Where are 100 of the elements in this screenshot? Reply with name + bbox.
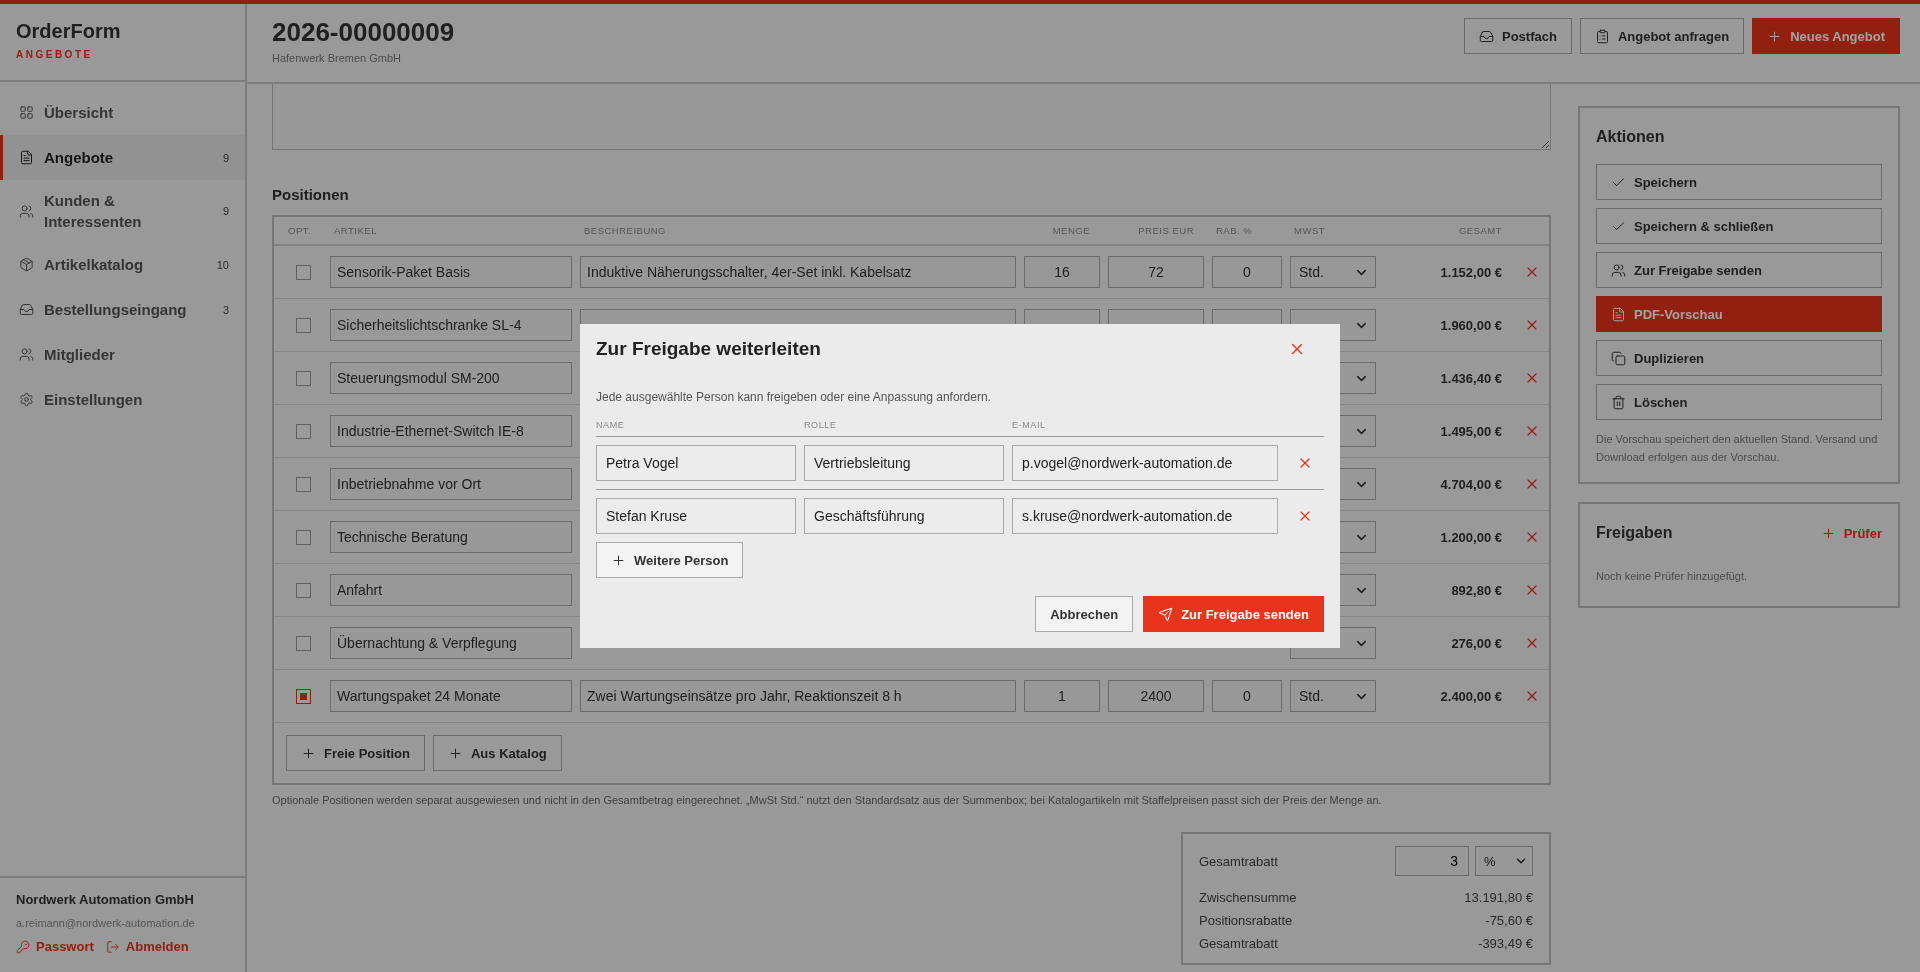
dialog-text: Jede ausgewählte Person kann freigeben oder eine Anpassung anfordern. <box>596 390 992 404</box>
table-note: Optionale Positionen werden separat ausgewiesen und nicht in den Gesamtbetrag eingerechnet. „MwSt Std.“ nutzt den Standardsatz aus der Summenbox; bei Katalogartikeln mit Staffelpreisen passt sich der Preis der Menge an. <box>272 794 1383 806</box>
column-header: PREIS EUR <box>1137 225 1195 236</box>
description-field[interactable]: Induktive Näherungsschalter, 4er-Set inkl. Kabelsatz <box>580 256 1016 288</box>
column-header: RAB. % <box>1215 225 1254 236</box>
trash-icon <box>1611 394 1626 410</box>
row-total: 1.495,00 € <box>1439 423 1503 439</box>
add-button[interactable]: Freie Position <box>286 735 425 771</box>
optional-checkbox[interactable] <box>296 529 311 545</box>
plus-icon <box>1767 28 1783 44</box>
dialog-button[interactable]: Zur Freigabe senden <box>1143 596 1324 632</box>
page-title: 2026-00000009 <box>272 16 455 48</box>
action-button[interactable]: Speichern <box>1596 164 1882 200</box>
role-field[interactable]: Geschäftsführung <box>804 498 1004 534</box>
header-button[interactable]: Angebot anfragen <box>1579 18 1745 54</box>
nav-item[interactable]: Artikelkatalog 10 <box>0 242 245 287</box>
add-person-button[interactable]: Weitere Person <box>596 542 744 578</box>
price-field[interactable]: 72 <box>1108 256 1204 288</box>
column-header: ROLLE <box>804 420 838 430</box>
optional-checkbox[interactable] <box>296 317 311 333</box>
article-field[interactable]: Inbetriebnahme vor Ort <box>330 468 572 500</box>
discount-field[interactable]: 0 <box>1212 680 1282 712</box>
item-count: 9 <box>222 205 229 217</box>
article-field[interactable]: Anfahrt <box>330 574 572 606</box>
article-field[interactable]: Sensorik-Paket Basis <box>330 256 572 288</box>
empty-message: Noch keine Prüfer hinzugefügt. <box>1596 570 1749 582</box>
vat-select[interactable]: Std. <box>1290 680 1376 712</box>
optional-checkbox[interactable] <box>296 476 311 492</box>
row-total: 276,00 € <box>1450 635 1503 651</box>
app-name: OrderForm <box>16 20 122 43</box>
action-button[interactable]: Speichern & schließen <box>1596 208 1882 244</box>
plus-icon <box>1820 525 1836 541</box>
row-total: 4.704,00 € <box>1439 476 1503 492</box>
clipboard-icon <box>1594 28 1610 44</box>
document-icon <box>19 150 34 165</box>
card-note: Die Vorschau speichert den aktuellen Stand. Versand und Download erfolgen aus der Vorschau. <box>1596 432 1879 465</box>
action-button[interactable]: Zur Freigabe senden <box>1596 252 1882 288</box>
card-title: Aktionen <box>1596 128 1666 146</box>
add-reviewer-link[interactable]: Prüfer <box>1820 525 1882 541</box>
quantity-field[interactable]: 16 <box>1024 256 1100 288</box>
optional-checkbox[interactable] <box>296 582 311 598</box>
row-total: 2.400,00 € <box>1439 688 1503 704</box>
article-field[interactable]: Industrie-Ethernet-Switch IE-8 <box>330 415 572 447</box>
optional-checkbox[interactable] <box>296 635 311 651</box>
nav-item[interactable]: Übersicht <box>0 90 245 135</box>
discount-field[interactable]: 0 <box>1212 256 1282 288</box>
action-button[interactable]: Duplizieren <box>1596 340 1882 376</box>
column-header: ARTIKEL <box>333 225 378 236</box>
plus-icon <box>611 552 626 568</box>
email-field[interactable]: p.vogel@nordwerk-automation.de <box>1012 445 1278 481</box>
notes-field[interactable] <box>272 84 1551 150</box>
article-field[interactable]: Übernachtung & Verpflegung <box>330 627 572 659</box>
grid-icon <box>19 105 34 120</box>
summary-label: Positionsrabatte <box>1199 913 1293 928</box>
name-field[interactable]: Stefan Kruse <box>596 498 796 534</box>
account-email: a.reimann@nordwerk-automation.de <box>16 917 196 929</box>
column-header: MENGE <box>1051 225 1091 236</box>
plus-icon <box>301 745 316 761</box>
logout-icon <box>105 939 120 954</box>
nav-item[interactable]: Bestellungseingang 3 <box>0 287 245 332</box>
account-link[interactable]: Passwort <box>16 939 94 954</box>
article-field[interactable]: Steuerungsmodul SM-200 <box>330 362 572 394</box>
name-field[interactable]: Petra Vogel <box>596 445 796 481</box>
discount-field[interactable]: 3 <box>1395 846 1469 876</box>
article-field[interactable]: Wartungspaket 24 Monate <box>330 680 572 712</box>
nav-item[interactable]: Kunden & Interessenten 9 <box>0 180 245 242</box>
description-field[interactable]: Zwei Wartungseinsätze pro Jahr, Reaktionszeit 8 h <box>580 680 1016 712</box>
summary-label: Zwischensumme <box>1199 890 1297 905</box>
action-button[interactable]: Löschen <box>1596 384 1882 420</box>
header-button[interactable]: Neues Angebot <box>1752 18 1900 54</box>
copy-icon <box>1611 350 1626 366</box>
unit-select[interactable]: % <box>1475 846 1533 876</box>
price-field[interactable]: 2400 <box>1108 680 1204 712</box>
article-field[interactable]: Sicherheitslichtschranke SL-4 <box>330 309 572 341</box>
dialog-button[interactable]: Abbrechen <box>1035 596 1134 632</box>
item-count: 10 <box>216 258 229 271</box>
header-button[interactable]: Postfach <box>1464 18 1572 54</box>
optional-checkbox[interactable] <box>296 688 311 704</box>
vat-select[interactable]: Std. <box>1290 256 1376 288</box>
summary-value: -393,49 € <box>1478 936 1533 951</box>
row-total: 1.960,00 € <box>1439 317 1503 333</box>
summary-label: Gesamtrabatt <box>1199 853 1279 869</box>
optional-checkbox[interactable] <box>296 264 311 280</box>
nav-item[interactable]: Mitglieder <box>0 332 245 377</box>
section-label: ANGEBOTE <box>16 49 94 60</box>
action-button[interactable]: PDF-Vorschau <box>1596 296 1882 332</box>
column-header: E-MAIL <box>1012 420 1047 430</box>
add-button[interactable]: Aus Katalog <box>432 735 562 771</box>
account-link[interactable]: Abmelden <box>105 939 189 954</box>
people-icon <box>19 203 34 219</box>
dialog-title: Zur Freigabe weiterleiten <box>596 338 821 360</box>
optional-checkbox[interactable] <box>296 370 311 386</box>
summary-label: Gesamtrabatt <box>1199 936 1278 951</box>
optional-checkbox[interactable] <box>296 423 311 439</box>
quantity-field[interactable]: 1 <box>1024 680 1100 712</box>
nav-item[interactable]: Angebote 9 <box>0 135 245 180</box>
role-field[interactable]: Vertriebsleitung <box>804 445 1004 481</box>
nav-item[interactable]: Einstellungen <box>0 377 245 422</box>
email-field[interactable]: s.kruse@nordwerk-automation.de <box>1012 498 1278 534</box>
article-field[interactable]: Technische Beratung <box>330 521 572 553</box>
